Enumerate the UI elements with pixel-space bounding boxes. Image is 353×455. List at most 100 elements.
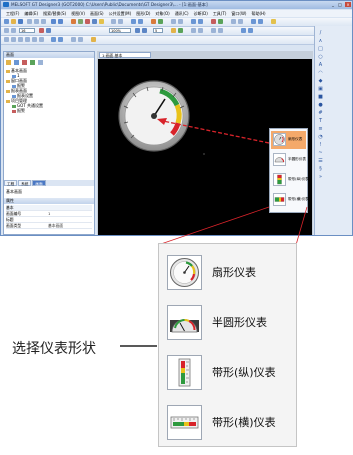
select-icon[interactable] xyxy=(4,28,9,33)
gauge-option-semicircle[interactable]: 半圆形仪表 xyxy=(160,298,295,346)
move-icon[interactable] xyxy=(11,28,16,33)
align-left-icon[interactable] xyxy=(4,37,9,42)
properties-screen-icon[interactable] xyxy=(38,60,43,65)
grid-icon[interactable] xyxy=(111,19,116,24)
grid-size-field[interactable]: 5 xyxy=(153,28,163,33)
gauge-option-vertical-bar[interactable]: 带形(纵)仪表 xyxy=(160,348,295,396)
flip-icon[interactable] xyxy=(248,28,253,33)
text-icon[interactable]: A xyxy=(317,62,324,68)
popup-item-fan-gauge[interactable]: 扇形仪表 xyxy=(271,131,306,149)
script-object-icon[interactable]: § xyxy=(317,166,324,172)
menu-item-figure[interactable]: 图形(D) xyxy=(136,10,150,17)
read-icon[interactable] xyxy=(158,19,163,24)
front-icon[interactable] xyxy=(191,28,196,33)
property-icon[interactable] xyxy=(238,19,243,24)
recipe-icon[interactable] xyxy=(218,19,223,24)
distribute-h-icon[interactable] xyxy=(51,37,56,42)
gauge-object-icon[interactable]: ◔ xyxy=(317,134,324,140)
cut-icon[interactable] xyxy=(27,19,32,24)
font-size-field[interactable]: 16 xyxy=(19,28,35,33)
switch-object-icon[interactable]: ■ xyxy=(317,94,324,100)
fill-icon[interactable]: ◆ xyxy=(317,78,324,84)
trend-object-icon[interactable]: ~ xyxy=(317,150,324,156)
list-icon[interactable] xyxy=(198,19,203,24)
minimize-button[interactable]: _ xyxy=(330,2,336,7)
preview-icon[interactable] xyxy=(131,19,136,24)
zoom-out-icon[interactable] xyxy=(142,28,147,33)
align-right-icon[interactable] xyxy=(18,37,23,42)
zoom-field[interactable]: 100% xyxy=(109,28,131,33)
menu-item-object[interactable]: 对象(O) xyxy=(155,10,169,17)
polyline-icon[interactable]: ∧ xyxy=(317,38,324,44)
circle-icon[interactable]: ○ xyxy=(317,54,324,60)
distribute-v-icon[interactable] xyxy=(58,37,63,42)
menu-item-help[interactable]: 帮助(H) xyxy=(251,10,265,17)
undo-icon[interactable] xyxy=(51,19,56,24)
alarm-icon[interactable] xyxy=(211,19,216,24)
object-icon[interactable] xyxy=(78,19,83,24)
numeric-object-icon[interactable]: # xyxy=(317,110,324,116)
group-icon[interactable] xyxy=(211,28,216,33)
list-object-icon[interactable]: ☰ xyxy=(317,158,324,164)
layer-icon[interactable] xyxy=(171,19,176,24)
image-icon[interactable]: ▣ xyxy=(317,86,324,92)
rotate-icon[interactable] xyxy=(241,28,246,33)
fill-color-icon[interactable] xyxy=(171,28,176,33)
popup-item-vertical-bar-gauge[interactable]: 带形(纵)仪表 xyxy=(271,171,309,189)
tab-project[interactable]: 工程 xyxy=(4,180,18,186)
redo-icon[interactable] xyxy=(58,19,63,24)
lamp-icon[interactable] xyxy=(85,19,90,24)
align-center-icon[interactable] xyxy=(11,37,16,42)
open-icon[interactable] xyxy=(11,19,16,24)
menu-item-window[interactable]: 窗口(W) xyxy=(231,10,246,17)
new-icon[interactable] xyxy=(4,19,9,24)
menu-item-tools[interactable]: 工具(T) xyxy=(213,10,227,17)
menu-item-search[interactable]: 搜索/替换(S) xyxy=(43,10,66,17)
switch-icon[interactable] xyxy=(92,19,97,24)
numeric-icon[interactable] xyxy=(99,19,104,24)
menu-item-edit[interactable]: 编辑(E) xyxy=(24,10,38,17)
open-screen-icon[interactable] xyxy=(14,60,19,65)
option-icon[interactable] xyxy=(231,19,236,24)
menu-item-comm[interactable]: 通讯(C) xyxy=(175,10,189,17)
align-bottom-icon[interactable] xyxy=(39,37,44,42)
ungroup-icon[interactable] xyxy=(218,28,223,33)
menu-item-project[interactable]: 工程(F) xyxy=(6,10,19,17)
back-icon[interactable] xyxy=(198,28,203,33)
tree-item[interactable]: 报警 xyxy=(6,108,43,113)
library-icon[interactable] xyxy=(178,19,183,24)
alarm-object-icon[interactable]: ! xyxy=(317,142,324,148)
close-button[interactable]: × xyxy=(345,2,351,7)
simulate-icon[interactable] xyxy=(138,19,143,24)
copy-icon[interactable] xyxy=(34,19,39,24)
maximize-button[interactable]: □ xyxy=(337,2,343,7)
rectangle-icon[interactable]: □ xyxy=(317,46,324,52)
document-tab[interactable]: 1:画面-基本 xyxy=(99,52,151,58)
menu-item-screen[interactable]: 画面(S) xyxy=(90,10,104,17)
delete-screen-icon[interactable] xyxy=(22,60,27,65)
align-top-icon[interactable] xyxy=(25,37,30,42)
graph-object-icon[interactable]: ≡ xyxy=(317,126,324,132)
bold-icon[interactable] xyxy=(39,28,44,33)
text-object-icon[interactable]: T xyxy=(317,118,324,124)
menu-item-view[interactable]: 视图(V) xyxy=(71,10,85,17)
same-height-icon[interactable] xyxy=(78,37,83,42)
more-objects-icon[interactable]: » xyxy=(317,174,324,180)
menu-item-diagnose[interactable]: 诊断(D) xyxy=(194,10,208,17)
help-icon[interactable] xyxy=(271,19,276,24)
new-screen-icon[interactable] xyxy=(6,60,11,65)
data-icon[interactable] xyxy=(191,19,196,24)
gauge-option-fan[interactable]: 扇形仪表 xyxy=(160,248,295,296)
line-icon[interactable]: / xyxy=(317,30,324,36)
snap-icon[interactable] xyxy=(91,37,96,42)
align-middle-icon[interactable] xyxy=(32,37,37,42)
device-icon[interactable] xyxy=(251,19,256,24)
italic-icon[interactable] xyxy=(46,28,51,33)
paste-icon[interactable] xyxy=(41,19,46,24)
align-icon[interactable] xyxy=(118,19,123,24)
copy-screen-icon[interactable] xyxy=(30,60,35,65)
same-width-icon[interactable] xyxy=(71,37,76,42)
write-icon[interactable] xyxy=(151,19,156,24)
script-icon[interactable] xyxy=(258,19,263,24)
gauge-option-horizontal-bar[interactable]: 带形(横)仪表 xyxy=(160,398,295,446)
